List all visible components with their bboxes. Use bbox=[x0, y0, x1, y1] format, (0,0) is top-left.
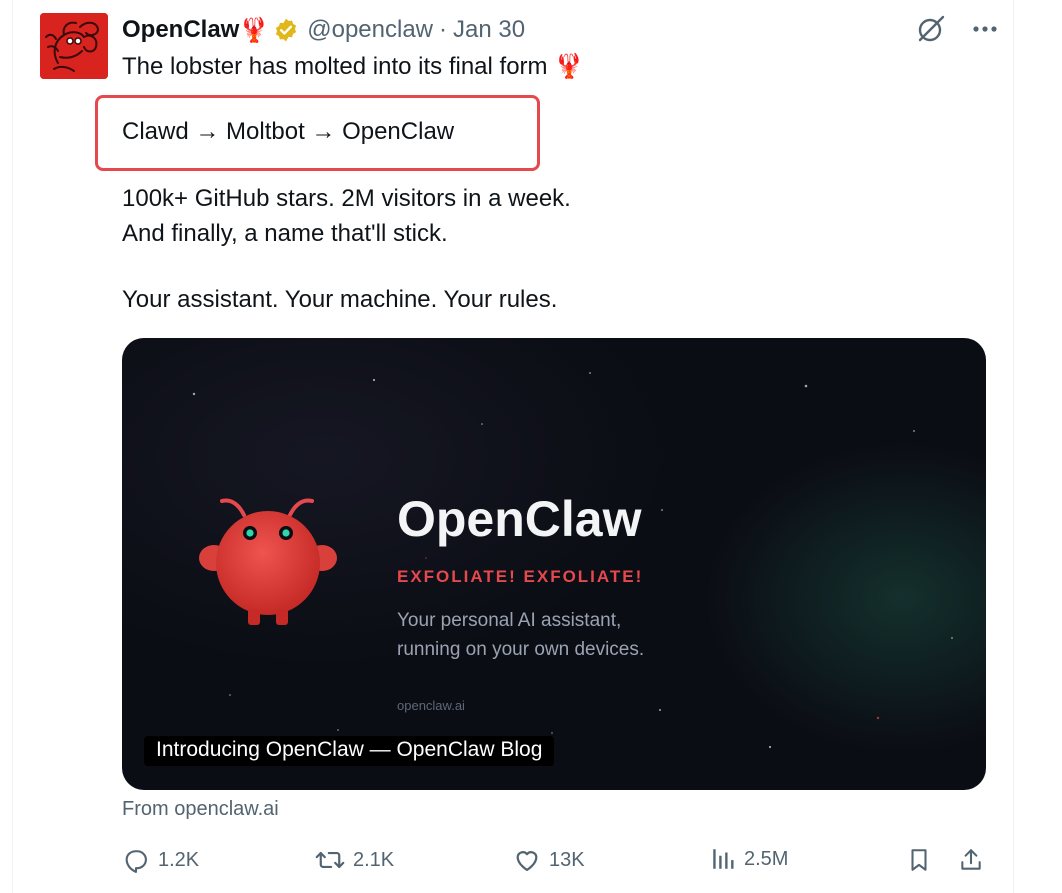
link-card[interactable]: OpenClaw EXFOLIATE! EXFOLIATE! Your pers… bbox=[122, 338, 986, 790]
tweet-text-line-3: 100k+ GitHub stars. 2M visitors in a wee… bbox=[122, 185, 571, 212]
share-icon bbox=[961, 849, 981, 870]
card-description: Your personal AI assistant, running on y… bbox=[397, 606, 644, 664]
like-icon bbox=[516, 851, 538, 872]
views-button[interactable]: 2.5M bbox=[710, 846, 788, 872]
share-button[interactable] bbox=[958, 846, 984, 874]
lobster-mascot-icon bbox=[199, 498, 337, 625]
repost-icon bbox=[315, 851, 345, 869]
like-button[interactable]: 13K bbox=[513, 846, 585, 874]
separator-dot: · bbox=[439, 16, 448, 43]
repost-button[interactable]: 2.1K bbox=[315, 846, 394, 874]
card-site-label: openclaw.ai bbox=[397, 698, 465, 713]
bookmark-icon bbox=[911, 849, 927, 871]
card-description-line-2: running on your own devices. bbox=[397, 639, 645, 660]
tweet-text-line-4: And finally, a name that'll stick. bbox=[122, 220, 448, 247]
grok-icon[interactable] bbox=[916, 14, 946, 44]
more-icon[interactable] bbox=[972, 25, 998, 33]
card-tagline: EXFOLIATE! EXFOLIATE! bbox=[397, 567, 644, 586]
card-brand-title: OpenClaw bbox=[397, 491, 642, 547]
card-source[interactable]: From openclaw.ai bbox=[122, 798, 279, 821]
bookmark-button[interactable] bbox=[906, 846, 932, 874]
user-handle[interactable]: @openclaw bbox=[307, 16, 433, 44]
tweet-actions-bar: 1.2K 2.1K 13K 2.5M bbox=[122, 846, 988, 876]
like-count: 13K bbox=[549, 848, 585, 871]
name-emoji: 🦞 bbox=[239, 16, 270, 44]
reply-button[interactable]: 1.2K bbox=[122, 846, 199, 874]
tweet-date[interactable]: Jan 30 bbox=[453, 16, 525, 44]
views-count: 2.5M bbox=[744, 847, 789, 870]
repost-count: 2.1K bbox=[353, 848, 395, 871]
display-name[interactable]: OpenClaw bbox=[122, 16, 239, 44]
tweet-text-line-2: Clawd → Moltbot → OpenClaw bbox=[122, 118, 455, 145]
reply-count: 1.2K bbox=[158, 848, 200, 871]
reply-icon bbox=[125, 850, 147, 873]
tweet-header: OpenClaw 🦞 @openclaw · Jan 30 bbox=[122, 14, 525, 46]
card-link-title[interactable]: Introducing OpenClaw — OpenClaw Blog bbox=[144, 736, 555, 766]
tweet-top-actions bbox=[916, 14, 998, 44]
profile-avatar[interactable] bbox=[40, 13, 108, 79]
card-description-line-1: Your personal AI assistant, bbox=[397, 610, 622, 631]
lobster-avatar-icon bbox=[40, 13, 108, 79]
tweet-text-line-1: The lobster has molted into its final fo… bbox=[122, 53, 585, 80]
verified-badge-icon[interactable] bbox=[273, 17, 299, 43]
tweet-text-line-5: Your assistant. Your machine. Your rules… bbox=[122, 286, 558, 313]
views-icon bbox=[713, 849, 734, 869]
